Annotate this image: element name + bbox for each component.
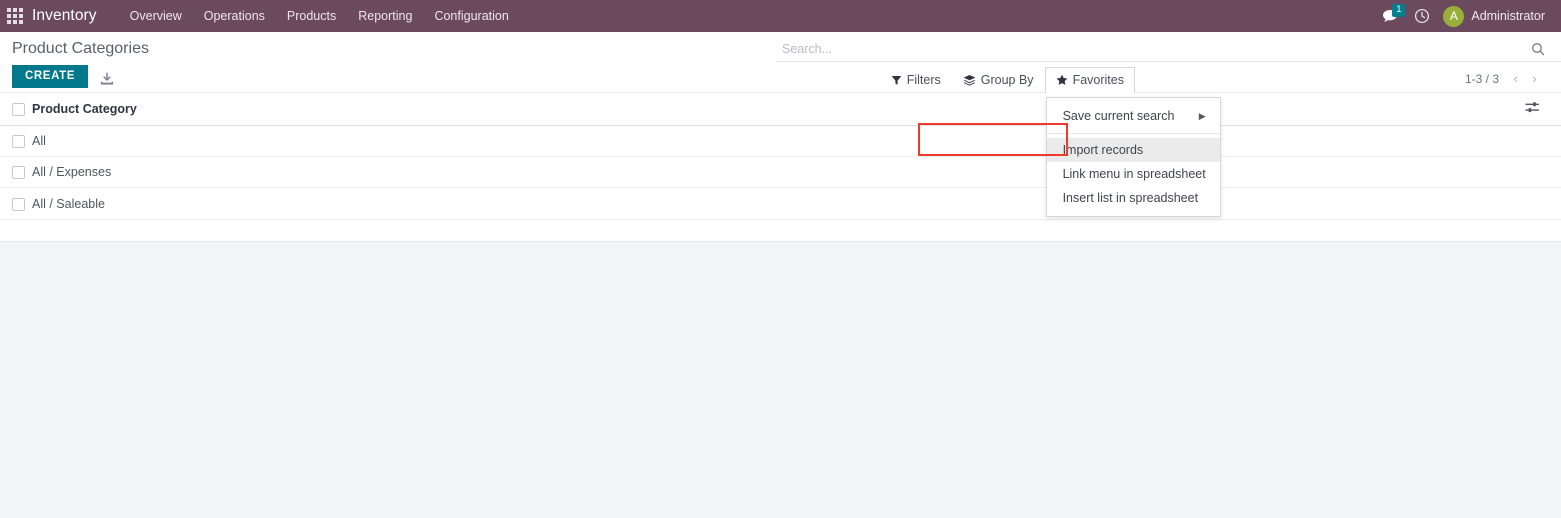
cell-product-category: All / Saleable bbox=[32, 187, 1525, 220]
group-by-menu-button[interactable]: Group By bbox=[952, 67, 1045, 93]
row-select-cell bbox=[0, 156, 32, 189]
table-row[interactable]: All bbox=[0, 125, 1561, 158]
list-view: Product Category All All / Expenses All … bbox=[0, 93, 1561, 242]
select-all-checkbox[interactable] bbox=[12, 103, 25, 117]
nav-menu-reporting[interactable]: Reporting bbox=[347, 4, 423, 28]
filters-menu-label: Filters bbox=[906, 73, 941, 87]
table-head: Product Category bbox=[0, 93, 1561, 126]
filter-funnel-icon bbox=[891, 75, 902, 86]
cell-product-category: All bbox=[32, 125, 1525, 158]
search-magnifier-icon[interactable] bbox=[1529, 40, 1547, 58]
dropdown-item-label: Import records bbox=[1062, 143, 1144, 157]
pager-previous-button[interactable]: ‹ bbox=[1507, 70, 1524, 87]
list-footer-spacer bbox=[0, 219, 1561, 242]
user-menu[interactable]: A Administrator bbox=[1439, 5, 1553, 27]
row-end-cell bbox=[1525, 187, 1561, 220]
table-row[interactable]: All / Expenses bbox=[0, 156, 1561, 189]
row-end-cell bbox=[1525, 156, 1561, 189]
control-panel: Product Categories CREATE bbox=[0, 32, 1561, 217]
dropdown-separator bbox=[1046, 133, 1220, 134]
pager-next-button[interactable]: › bbox=[1526, 70, 1543, 87]
app-root: Inventory Overview Operations Products R… bbox=[0, 0, 1561, 518]
row-select-cell bbox=[0, 125, 32, 158]
clock-icon[interactable] bbox=[1407, 1, 1437, 31]
apps-grid-icon[interactable] bbox=[4, 5, 26, 27]
column-options-icon[interactable] bbox=[1525, 101, 1540, 114]
favorites-menu-button[interactable]: Favorites Save current search ▶ Import r… bbox=[1044, 67, 1221, 217]
create-button[interactable]: CREATE bbox=[12, 65, 89, 88]
filters-menu-button[interactable]: Filters bbox=[880, 67, 952, 93]
group-by-menu-label: Group By bbox=[980, 73, 1034, 87]
pager: 1-3 / 3 ‹ › bbox=[1465, 70, 1561, 87]
app-brand-inventory[interactable]: Inventory bbox=[32, 7, 97, 25]
row-end-cell bbox=[1525, 125, 1561, 158]
chevron-right-icon: ▶ bbox=[1198, 110, 1206, 121]
dropdown-item-label: Link menu in spreadsheet bbox=[1062, 167, 1206, 181]
dropdown-item-insert-list-in-spreadsheet[interactable]: Insert list in spreadsheet bbox=[1047, 186, 1220, 210]
search-filter-menus: Filters Group By Favorites Save current … bbox=[880, 63, 1561, 217]
select-all-header bbox=[0, 93, 32, 126]
product-categories-table: Product Category All All / Expenses All … bbox=[0, 93, 1561, 220]
favorites-dropdown-menu: Save current search ▶ Import records Lin… bbox=[1045, 97, 1221, 217]
favorites-menu-label: Favorites bbox=[1072, 73, 1124, 87]
group-by-layers-icon bbox=[963, 74, 976, 86]
row-checkbox[interactable] bbox=[12, 135, 25, 149]
row-checkbox[interactable] bbox=[12, 197, 25, 211]
dropdown-item-link-menu-in-spreadsheet[interactable]: Link menu in spreadsheet bbox=[1047, 162, 1220, 186]
search-input[interactable] bbox=[782, 42, 1529, 56]
navbar-right-group: 1 A Administrator bbox=[1375, 1, 1553, 31]
nav-menu-operations[interactable]: Operations bbox=[193, 4, 276, 28]
import-download-icon[interactable] bbox=[100, 72, 114, 86]
nav-menu-products[interactable]: Products bbox=[276, 4, 347, 28]
column-header-product-category[interactable]: Product Category bbox=[32, 93, 1525, 126]
breadcrumb: Product Categories bbox=[12, 40, 149, 57]
dropdown-item-label: Insert list in spreadsheet bbox=[1062, 191, 1199, 205]
page-background bbox=[0, 241, 1561, 518]
username-label: Administrator bbox=[1471, 9, 1545, 23]
search-view bbox=[776, 40, 1561, 62]
avatar: A bbox=[1443, 5, 1465, 27]
nav-menu-overview[interactable]: Overview bbox=[119, 4, 193, 28]
dropdown-item-save-current-search[interactable]: Save current search ▶ bbox=[1047, 104, 1220, 128]
table-body: All All / Expenses All / Saleable bbox=[0, 125, 1561, 220]
dropdown-item-label: Save current search bbox=[1062, 109, 1175, 123]
table-header-row: Product Category bbox=[0, 93, 1561, 126]
optional-columns-header bbox=[1525, 93, 1561, 126]
row-select-cell bbox=[0, 187, 32, 220]
cell-product-category: All / Expenses bbox=[32, 156, 1525, 189]
control-panel-top: Product Categories bbox=[0, 32, 1561, 63]
top-navbar: Inventory Overview Operations Products R… bbox=[0, 0, 1561, 32]
control-panel-bottom: CREATE Filters Group By Favorites Save c… bbox=[0, 63, 1561, 217]
messages-count-badge: 1 bbox=[1392, 4, 1406, 17]
dropdown-item-import-records[interactable]: Import records bbox=[1046, 138, 1220, 162]
favorites-star-icon bbox=[1056, 74, 1068, 86]
pager-count-label: 1-3 / 3 bbox=[1464, 71, 1499, 86]
row-checkbox[interactable] bbox=[12, 166, 25, 180]
messages-icon[interactable]: 1 bbox=[1375, 1, 1406, 31]
table-row[interactable]: All / Saleable bbox=[0, 187, 1561, 220]
nav-menu-configuration[interactable]: Configuration bbox=[423, 4, 519, 28]
